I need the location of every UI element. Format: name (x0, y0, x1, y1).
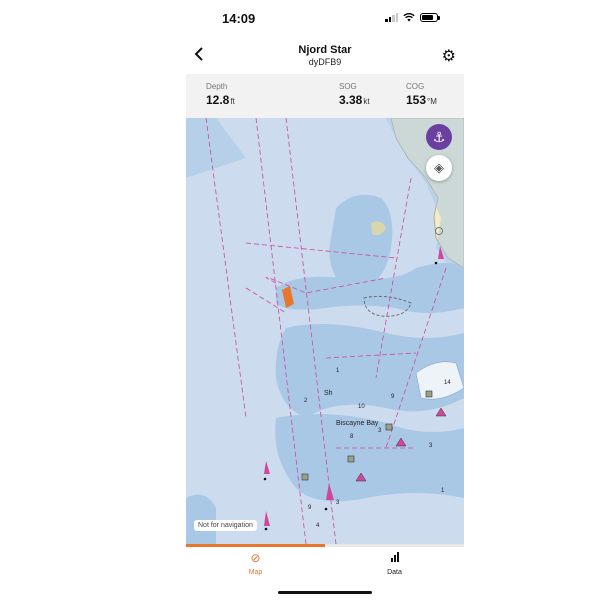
bar-chart-icon (325, 551, 464, 565)
sh-label: Sh (324, 390, 333, 397)
sog-value: 3.38 (339, 93, 363, 107)
sog-label: SOG (339, 82, 357, 91)
nautical-chart-map[interactable]: ⚓ ◈ Biscayne Bay Sh 1 2 9 3 3 1 9 3 4 14… (186, 118, 464, 544)
cog-value: 153 (406, 93, 427, 107)
status-bar: 14:09 (186, 0, 464, 36)
sog-metric: SOG 3.38kt (339, 82, 370, 107)
depth-value: 12.8 (206, 93, 230, 107)
cog-label: COG (406, 82, 425, 91)
status-icons (385, 12, 440, 22)
sounding: 9 (391, 394, 395, 400)
signal-icon (385, 12, 398, 22)
sounding: 3 (336, 500, 340, 506)
sounding: 3 (429, 443, 433, 449)
sog-unit: kt (363, 97, 370, 106)
vessel-name: Njord Star (298, 44, 352, 56)
bottom-tab-bar: ⊘ Map Data (186, 547, 464, 587)
header: Njord Star dyDFB9 ⚙ (186, 40, 464, 72)
home-indicator (278, 591, 372, 594)
place-label: Biscayne Bay (336, 420, 379, 427)
tab-data[interactable]: Data (325, 547, 464, 587)
tab-data-label: Data (387, 569, 402, 576)
anchor-button[interactable]: ⚓ (426, 124, 452, 150)
sounding: 14 (444, 380, 451, 386)
layers-icon: ◈ (434, 160, 444, 175)
metrics-strip: Depth 12.8ft SOG 3.38kt COG 153°M (186, 74, 464, 118)
sounding: 9 (308, 505, 312, 511)
anchor-icon: ⚓ (432, 128, 446, 145)
tab-map[interactable]: ⊘ Map (186, 547, 325, 587)
title-block: Njord Star dyDFB9 (186, 44, 464, 67)
sounding: 8 (350, 434, 354, 440)
chart-canvas (186, 118, 464, 544)
battery-icon (420, 12, 440, 22)
sounding: 10 (358, 404, 365, 410)
sounding: 2 (304, 398, 308, 404)
status-time: 14:09 (222, 11, 256, 26)
depth-unit: ft (230, 97, 235, 106)
depth-metric: Depth 12.8ft (206, 82, 235, 107)
compass-icon: ⊘ (250, 551, 261, 565)
depth-label: Depth (206, 82, 228, 91)
vessel-id: dyDFB9 (308, 57, 342, 67)
settings-button[interactable]: ⚙ (442, 46, 456, 66)
sounding: 1 (336, 368, 340, 374)
sounding: 3 (378, 428, 382, 434)
not-for-navigation-label: Not for navigation (194, 520, 257, 531)
cog-unit: °M (427, 97, 437, 106)
wifi-icon (403, 12, 415, 22)
cog-metric: COG 153°M (406, 82, 437, 107)
layers-button[interactable]: ◈ (426, 155, 452, 181)
sounding: 1 (441, 488, 445, 494)
tab-map-label: Map (248, 569, 263, 576)
gear-icon: ⚙ (441, 48, 456, 65)
sounding: 4 (316, 523, 320, 529)
app-screen: 14:09 Njord Star dyDFB9 ⚙ Depth 12.8ft S… (186, 0, 464, 600)
